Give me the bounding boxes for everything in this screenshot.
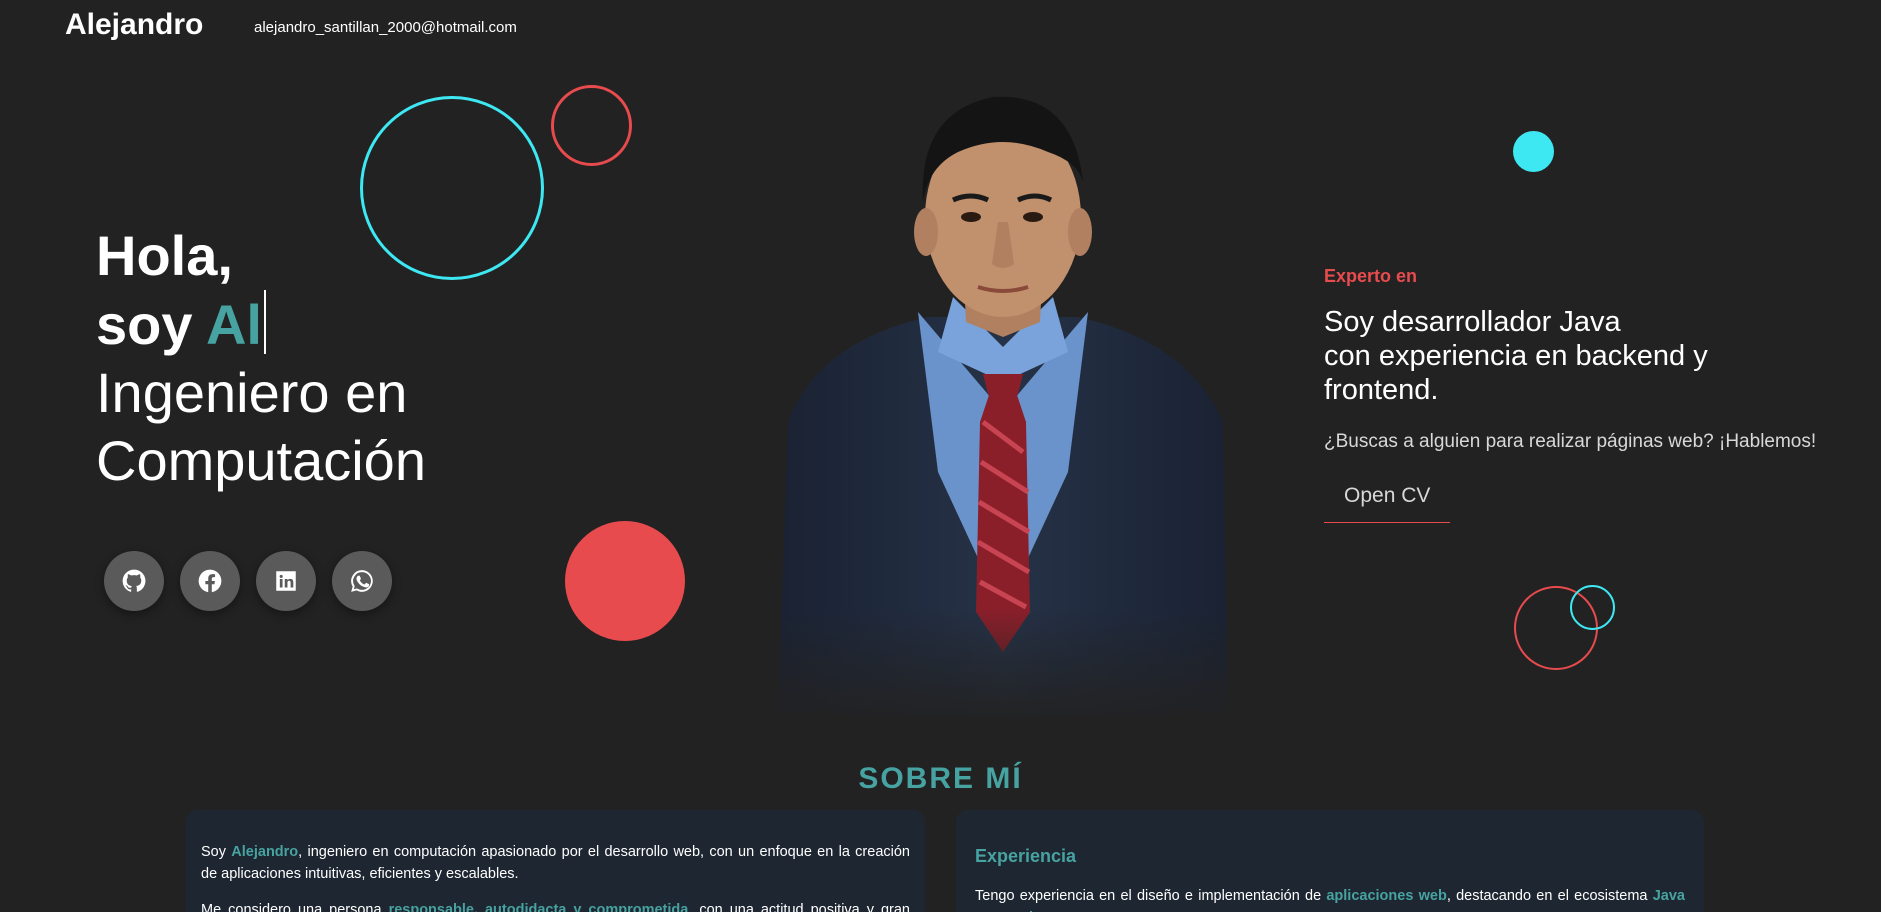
header: Alejandro alejandro_santillan_2000@hotma… <box>0 0 1881 56</box>
typed-name: Al <box>205 293 262 356</box>
experience-text-a: Tengo experiencia en el diseño e impleme… <box>975 888 1327 904</box>
about-p2-text-a: Me considero una persona <box>201 902 389 912</box>
expertise-panel: Experto en Soy desarrollador Java con ex… <box>1324 266 1844 523</box>
about-paragraph-2: Me considero una persona responsable, au… <box>201 899 910 912</box>
about-traits-highlight: responsable, autodidacta y comprometida <box>388 902 689 912</box>
contact-email[interactable]: alejandro_santillan_2000@hotmail.com <box>254 19 517 36</box>
section-title-about: SOBRE MÍ <box>858 762 1023 795</box>
expertise-label: Experto en <box>1324 266 1418 286</box>
facebook-icon <box>198 569 222 593</box>
decor-circle-cyan-small-outline <box>1570 585 1615 630</box>
brand-logo[interactable]: Alejandro <box>65 8 203 42</box>
contact-prompt: ¿Buscas a alguien para realizar páginas … <box>1324 431 1817 452</box>
linkedin-icon <box>276 571 296 591</box>
experience-text-b: , destacando en el ecosistema <box>1446 888 1653 904</box>
expertise-text: Soy desarrollador Java con experiencia e… <box>1324 305 1844 407</box>
github-icon <box>122 569 146 592</box>
whatsapp-icon <box>351 570 373 592</box>
experience-highlight-web: aplicaciones web <box>1326 888 1447 904</box>
facebook-button[interactable] <box>180 551 240 611</box>
whatsapp-button[interactable] <box>332 551 392 611</box>
about-name-highlight: Alejandro <box>231 844 299 860</box>
profile-photo <box>778 92 1228 722</box>
hero-role-line1: Ingeniero en <box>96 361 408 424</box>
hero-intro: Hola, soy Al Ingeniero en Computación <box>96 222 426 495</box>
github-button[interactable] <box>104 551 164 611</box>
hero-soy-prefix: soy <box>96 293 206 356</box>
experience-card: Experiencia Tengo experiencia en el dise… <box>956 810 1704 912</box>
about-card: Soy Alejandro, ingeniero en computación … <box>186 810 925 912</box>
decor-circle-cyan-filled <box>1513 131 1554 172</box>
expertise-line2: con experiencia en backend y <box>1324 340 1708 372</box>
decor-circle-red-outline <box>551 85 632 166</box>
typing-cursor <box>263 290 266 354</box>
open-cv-button[interactable]: Open CV <box>1324 475 1451 523</box>
decor-circle-red-filled <box>565 521 685 641</box>
hero-greeting: Hola, <box>96 224 233 287</box>
expertise-line3: frontend. <box>1324 374 1439 406</box>
hero-name-line: soy Al <box>96 290 426 359</box>
experience-title: Experiencia <box>975 846 1077 866</box>
about-p1-text-a: Soy <box>201 844 232 860</box>
about-paragraph-1: Soy Alejandro, ingeniero en computación … <box>201 841 910 885</box>
social-links <box>104 551 392 611</box>
linkedin-button[interactable] <box>256 551 316 611</box>
expertise-line1: Soy desarrollador Java <box>1324 306 1621 338</box>
experience-paragraph: Tengo experiencia en el diseño e impleme… <box>975 885 1685 912</box>
hero-role-line2: Computación <box>96 429 426 492</box>
about-p1-text-b: , ingeniero en computación apasionado po… <box>201 844 910 882</box>
